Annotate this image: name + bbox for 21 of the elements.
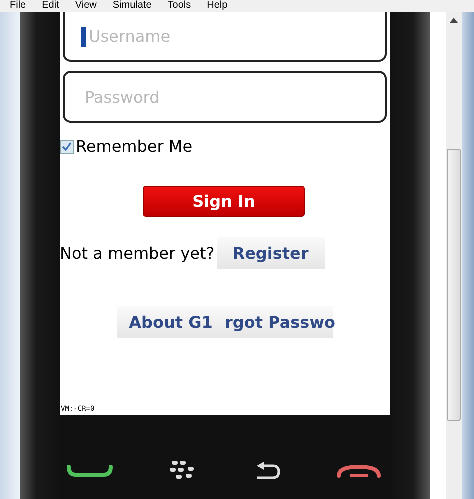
scroll-up-icon[interactable] bbox=[450, 18, 458, 23]
link-button[interactable]: rgot Passwo bbox=[225, 306, 333, 338]
checkbox[interactable] bbox=[60, 140, 74, 154]
back-arrow-icon[interactable] bbox=[254, 461, 281, 481]
input-field[interactable]: Username bbox=[63, 12, 387, 62]
input-field[interactable]: Password bbox=[63, 71, 387, 123]
menu-item[interactable]: Edit bbox=[42, 0, 60, 12]
menu-item[interactable]: Help bbox=[207, 0, 228, 12]
phone-icon[interactable] bbox=[66, 464, 114, 478]
menu-item[interactable]: File bbox=[10, 0, 26, 12]
register-button[interactable]: Register bbox=[216, 237, 325, 269]
scrollbar-thumb[interactable] bbox=[447, 149, 461, 421]
scrollbar[interactable] bbox=[446, 12, 462, 499]
menu-item[interactable]: Tools bbox=[168, 0, 192, 12]
menu-item[interactable]: Simulate bbox=[112, 0, 152, 12]
prompt-text: Not a member yet? bbox=[60, 244, 215, 262]
checkbox-label: Remember Me bbox=[76, 137, 193, 156]
sign-in-button[interactable]: Sign In bbox=[143, 186, 305, 217]
menu-item[interactable]: View bbox=[75, 0, 97, 12]
link-button[interactable]: About G1 bbox=[117, 306, 225, 338]
phone-hangup-icon[interactable] bbox=[336, 463, 382, 479]
